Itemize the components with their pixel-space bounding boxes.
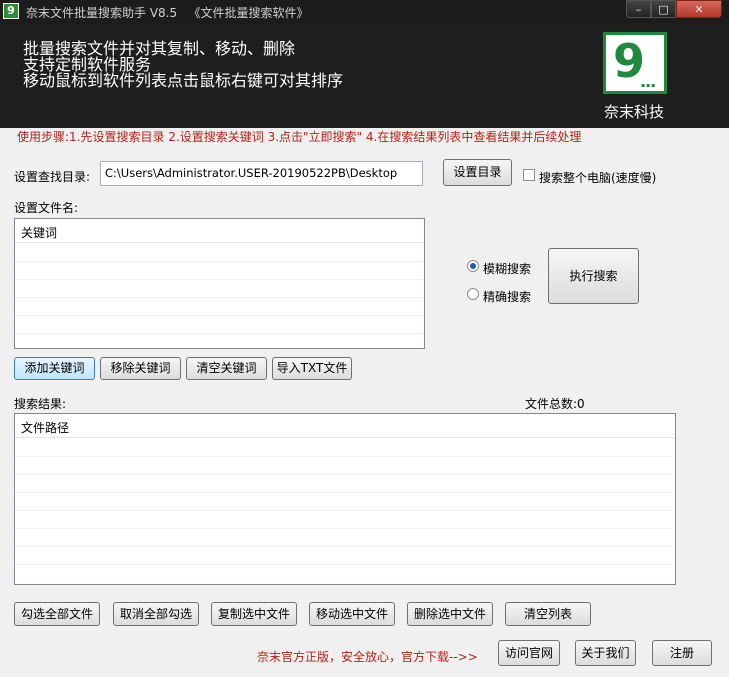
filename-label: 设置文件名: <box>14 201 79 215</box>
keyword-column-header[interactable]: 关键词 <box>15 219 424 243</box>
usage-steps: 使用步骤:1.先设置搜索目录 2.设置搜索关键词 3.点击"立即搜索" 4.在搜… <box>17 130 582 144</box>
directory-input[interactable]: C:\Users\Administrator.USER-20190522PB\D… <box>100 161 423 186</box>
search-whole-pc-checkbox[interactable] <box>523 169 535 181</box>
clear-list-button[interactable]: 清空列表 <box>505 602 591 626</box>
minimize-button[interactable]: – <box>626 0 651 18</box>
brand-name: 奈末科技 <box>604 103 665 121</box>
deselect-all-button[interactable]: 取消全部勾选 <box>113 602 199 626</box>
exact-search-radio[interactable] <box>467 288 479 300</box>
file-count: 文件总数:0 <box>525 397 585 411</box>
logo-dots: ... <box>640 72 656 91</box>
results-list[interactable]: 文件路径 <box>14 413 676 585</box>
official-note: 奈末官方正版，安全放心，官方下载-->> <box>257 650 478 664</box>
move-selected-button[interactable]: 移动选中文件 <box>309 602 395 626</box>
path-column-header[interactable]: 文件路径 <box>15 414 675 438</box>
app-icon: 9 <box>3 3 19 19</box>
keyword-column-label: 关键词 <box>21 226 58 240</box>
banner-line-3: 移动鼠标到软件列表点击鼠标右键可对其排序 <box>23 71 344 90</box>
import-txt-button[interactable]: 导入TXT文件 <box>272 357 352 380</box>
register-button[interactable]: 注册 <box>652 640 712 666</box>
close-button[interactable]: ✕ <box>676 0 722 18</box>
results-label: 搜索结果: <box>14 397 67 411</box>
keyword-list[interactable]: 关键词 <box>14 218 425 349</box>
search-whole-pc-label: 搜索整个电脑(速度慢) <box>539 171 657 185</box>
delete-selected-button[interactable]: 删除选中文件 <box>407 602 493 626</box>
copy-selected-button[interactable]: 复制选中文件 <box>211 602 297 626</box>
header-banner: 批量搜索文件并对其复制、移动、删除 支持定制软件服务 移动鼠标到软件列表点击鼠标… <box>0 24 729 128</box>
exact-search-label: 精确搜索 <box>483 290 532 304</box>
fuzzy-search-radio[interactable] <box>467 260 479 272</box>
title-bar[interactable]: 9 奈末文件批量搜索助手 V8.5 《文件批量搜索软件》 – □ ✕ <box>0 0 729 24</box>
set-directory-button[interactable]: 设置目录 <box>443 159 512 186</box>
directory-label: 设置查找目录: <box>14 170 91 184</box>
visit-website-button[interactable]: 访问官网 <box>498 640 560 666</box>
fuzzy-search-label: 模糊搜索 <box>483 262 532 276</box>
run-search-button[interactable]: 执行搜索 <box>548 248 639 304</box>
about-us-button[interactable]: 关于我们 <box>575 640 636 666</box>
path-column-label: 文件路径 <box>21 421 70 435</box>
app-window: 9 奈末文件批量搜索助手 V8.5 《文件批量搜索软件》 – □ ✕ 批量搜索文… <box>0 0 729 677</box>
add-keyword-button[interactable]: 添加关键词 <box>14 357 95 380</box>
brand-logo: 9 ... <box>603 32 667 94</box>
clear-keywords-button[interactable]: 清空关键词 <box>186 357 267 380</box>
select-all-button[interactable]: 勾选全部文件 <box>14 602 100 626</box>
remove-keyword-button[interactable]: 移除关键词 <box>100 357 181 380</box>
window-title: 奈末文件批量搜索助手 V8.5 《文件批量搜索软件》 <box>26 6 309 20</box>
maximize-button[interactable]: □ <box>651 0 676 18</box>
